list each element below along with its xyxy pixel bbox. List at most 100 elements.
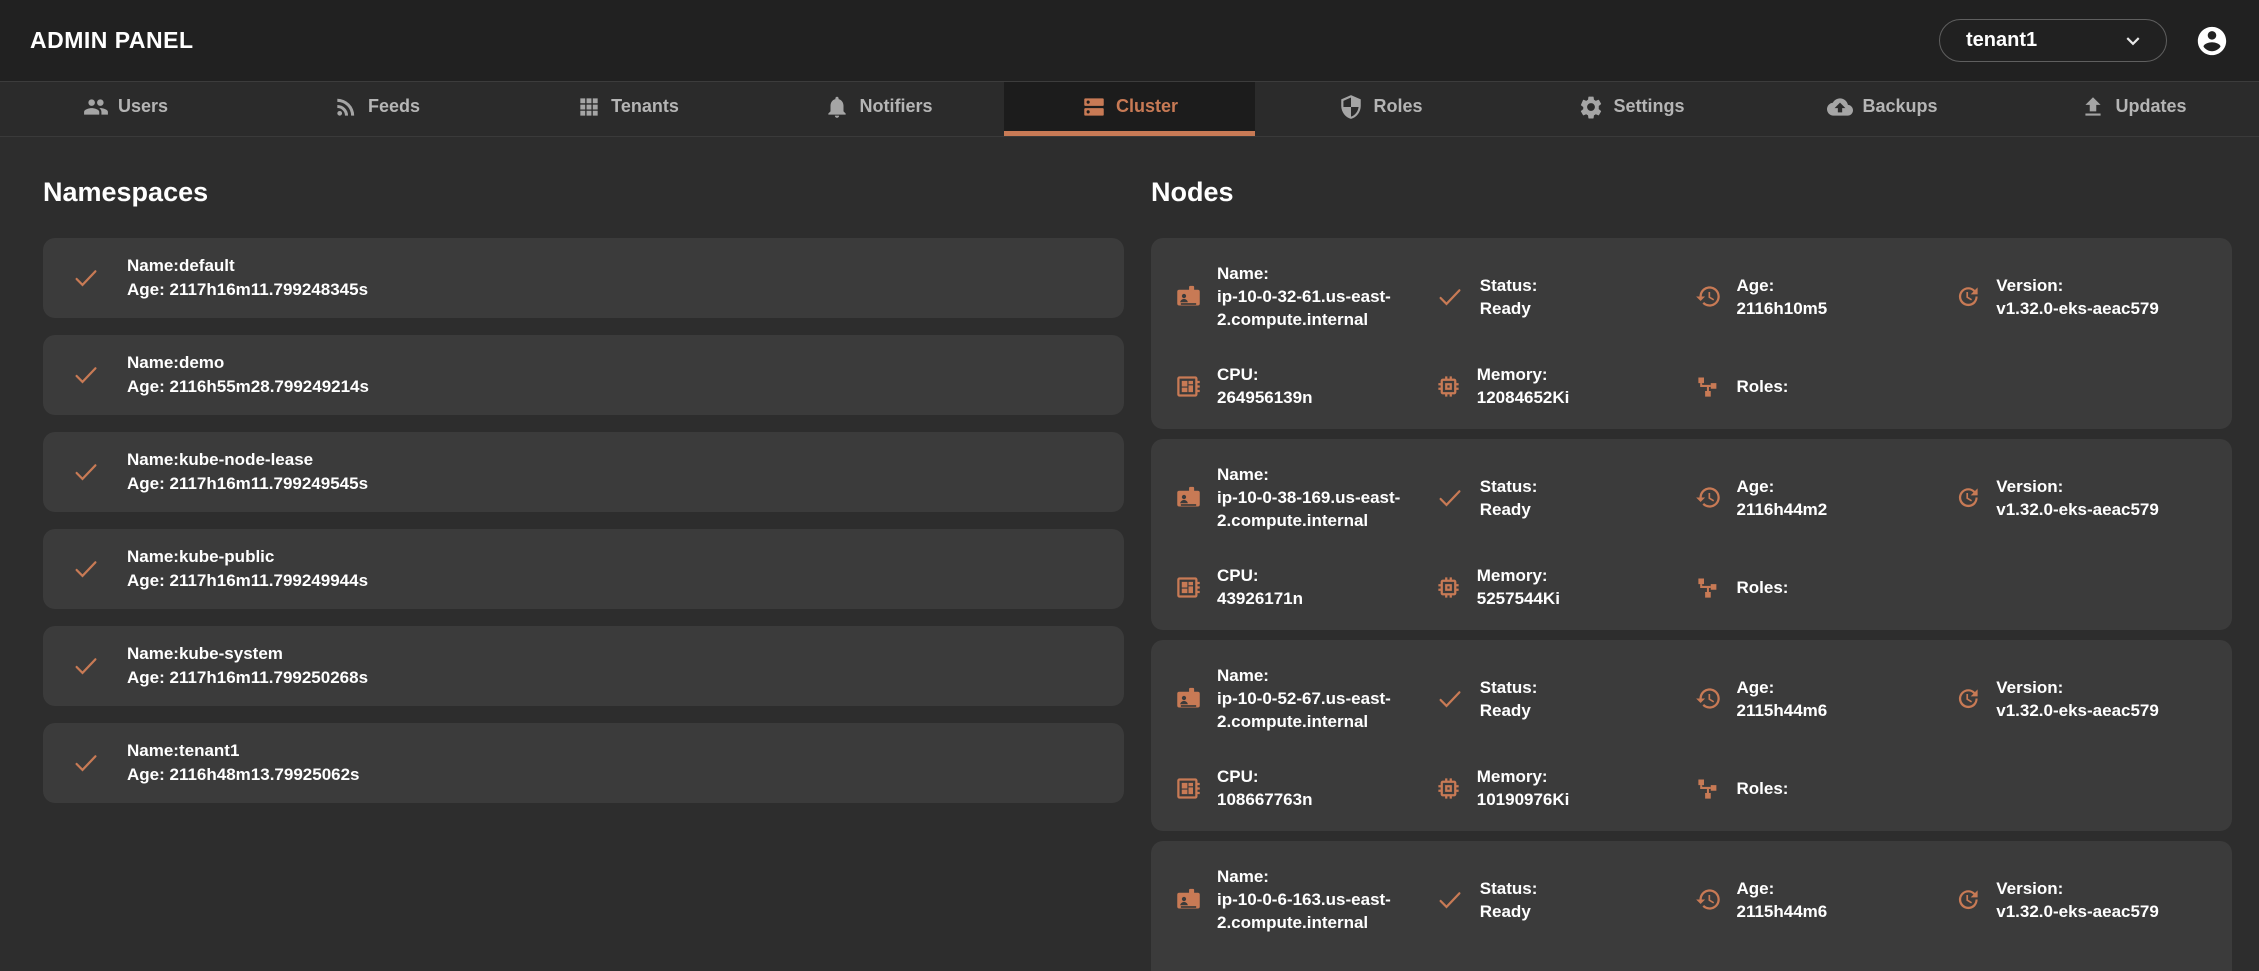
tab-notifiers[interactable]: Notifiers xyxy=(753,82,1004,136)
nodes-section: Nodes Name: ip-10-0-32-61.us-east-2.comp… xyxy=(1151,177,2232,971)
memory-chip-icon xyxy=(1435,373,1462,400)
field-label: CPU: xyxy=(1217,363,1312,386)
node-card: Name: ip-10-0-38-169.us-east-2.compute.i… xyxy=(1151,439,2232,630)
check-icon xyxy=(71,457,101,487)
node-memory-value: 10190976Ki xyxy=(1477,788,1570,811)
tenant-select-value: tenant1 xyxy=(1966,29,2037,52)
rss-icon xyxy=(333,94,359,120)
node-field-age: Age: 2115h44m6 xyxy=(1695,664,1949,733)
check-icon xyxy=(71,651,101,681)
node-field-status: Status: Ready xyxy=(1435,262,1689,331)
node-field-empty xyxy=(1954,564,2208,610)
node-field-version: Version: v1.32.0-eks-aeac579 xyxy=(1954,865,2208,934)
namespace-card: Name:demo Age: 2116h55m28.799249214s xyxy=(43,335,1124,415)
node-card: Name: ip-10-0-32-61.us-east-2.compute.in… xyxy=(1151,238,2232,429)
namespace-name: Name:kube-system xyxy=(127,642,368,666)
node-status-value: Ready xyxy=(1480,699,1538,722)
tab-updates[interactable]: Updates xyxy=(2008,82,2259,136)
check-icon xyxy=(71,748,101,778)
tab-label: Notifiers xyxy=(859,96,932,117)
node-age-value: 2115h44m6 xyxy=(1737,699,1828,722)
update-icon xyxy=(1954,484,1981,511)
tab-users[interactable]: Users xyxy=(0,82,251,136)
node-field-cpu: CPU: 43926171n xyxy=(1175,564,1429,610)
tab-feeds[interactable]: Feeds xyxy=(251,82,502,136)
field-label: Name: xyxy=(1217,262,1423,285)
update-icon xyxy=(1954,283,1981,310)
field-label: Version: xyxy=(1996,475,2159,498)
node-field-version: Version: v1.32.0-eks-aeac579 xyxy=(1954,262,2208,331)
nodes-title: Nodes xyxy=(1151,177,2232,208)
tab-label: Users xyxy=(118,96,168,117)
node-field-memory: Memory: 10190976Ki xyxy=(1435,765,1689,811)
field-label: Name: xyxy=(1217,865,1423,888)
namespace-age: Age: 2116h55m28.799249214s xyxy=(127,375,369,399)
account-circle-icon[interactable] xyxy=(2195,24,2229,58)
check-icon xyxy=(71,360,101,390)
dns-icon xyxy=(1081,94,1107,120)
history-icon xyxy=(1695,685,1722,712)
field-label: CPU: xyxy=(1217,966,1312,971)
namespaces-section: Namespaces Name:default Age: 2117h16m11.… xyxy=(43,177,1124,971)
node-field-memory: Memory: 12084652Ki xyxy=(1435,363,1689,409)
tab-tenants[interactable]: Tenants xyxy=(502,82,753,136)
main-tabs: Users Feeds Tenants Notifiers Cluster Ro… xyxy=(0,82,2259,137)
field-label: CPU: xyxy=(1217,765,1312,788)
node-field-status: Status: Ready xyxy=(1435,865,1689,934)
field-label: Version: xyxy=(1996,877,2159,900)
node-field-roles: Roles: xyxy=(1695,765,1949,811)
namespace-age: Age: 2116h48m13.79925062s xyxy=(127,763,360,787)
update-icon xyxy=(1954,886,1981,913)
namespace-age: Age: 2117h16m11.799249545s xyxy=(127,472,368,496)
tab-label: Updates xyxy=(2115,96,2186,117)
node-field-age: Age: 2115h44m6 xyxy=(1695,865,1949,934)
tab-label: Settings xyxy=(1613,96,1684,117)
cloud-upload-icon xyxy=(1827,94,1853,120)
cpu-board-icon xyxy=(1175,373,1202,400)
node-card: Name: ip-10-0-52-67.us-east-2.compute.in… xyxy=(1151,640,2232,831)
field-label: Status: xyxy=(1480,274,1538,297)
node-card: Name: ip-10-0-6-163.us-east-2.compute.in… xyxy=(1151,841,2232,971)
node-memory-value: 12084652Ki xyxy=(1477,386,1570,409)
check-icon xyxy=(71,554,101,584)
node-field-empty xyxy=(1954,363,2208,409)
node-field-name: Name: ip-10-0-52-67.us-east-2.compute.in… xyxy=(1175,664,1429,733)
node-field-age: Age: 2116h10m5 xyxy=(1695,262,1949,331)
node-name-value: ip-10-0-32-61.us-east-2.compute.internal xyxy=(1217,285,1423,331)
tab-label: Roles xyxy=(1373,96,1422,117)
apps-grid-icon xyxy=(576,94,602,120)
badge-icon xyxy=(1175,484,1202,511)
badge-icon xyxy=(1175,283,1202,310)
namespace-name: Name:default xyxy=(127,254,368,278)
field-label: Age: xyxy=(1737,475,1828,498)
tab-roles[interactable]: Roles xyxy=(1255,82,1506,136)
field-label: Memory: xyxy=(1477,765,1570,788)
node-field-memory: Memory: 4816656Ki xyxy=(1435,966,1689,971)
node-field-age: Age: 2116h44m2 xyxy=(1695,463,1949,532)
topbar: ADMIN PANEL tenant1 xyxy=(0,0,2259,82)
node-age-value: 2116h44m2 xyxy=(1737,498,1828,521)
tab-cluster[interactable]: Cluster xyxy=(1004,82,1255,136)
gear-icon xyxy=(1578,94,1604,120)
node-version-value: v1.32.0-eks-aeac579 xyxy=(1996,900,2159,923)
node-age-value: 2115h44m6 xyxy=(1737,900,1828,923)
tenant-select[interactable]: tenant1 xyxy=(1939,19,2167,62)
schema-icon xyxy=(1695,574,1722,601)
tab-backups[interactable]: Backups xyxy=(1757,82,2008,136)
bell-icon xyxy=(824,94,850,120)
node-field-cpu: CPU: 264956139n xyxy=(1175,363,1429,409)
update-icon xyxy=(1954,685,1981,712)
node-field-cpu: CPU: 101593625n xyxy=(1175,966,1429,971)
node-version-value: v1.32.0-eks-aeac579 xyxy=(1996,297,2159,320)
namespace-age: Age: 2117h16m11.799248345s xyxy=(127,278,368,302)
field-label: Status: xyxy=(1480,877,1538,900)
field-label: CPU: xyxy=(1217,564,1303,587)
tab-settings[interactable]: Settings xyxy=(1506,82,1757,136)
node-cpu-value: 264956139n xyxy=(1217,386,1312,409)
node-field-roles: Roles: xyxy=(1695,564,1949,610)
memory-chip-icon xyxy=(1435,775,1462,802)
node-field-status: Status: Ready xyxy=(1435,664,1689,733)
field-label: Age: xyxy=(1737,274,1828,297)
node-field-roles: Roles: xyxy=(1695,363,1949,409)
check-icon xyxy=(1435,885,1465,915)
